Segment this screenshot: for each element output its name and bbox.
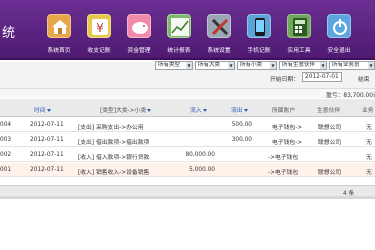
row-account: 电子钱包-> <box>272 140 303 146</box>
select-value: 所有小类 <box>240 62 263 68</box>
row-partner: 联想公司 <box>318 170 342 176</box>
nav-home-button[interactable]: 系统首页 <box>40 14 78 58</box>
sort-desc-icon <box>46 109 51 112</box>
subcategory-select[interactable]: 所有小类 ▼ <box>237 61 277 70</box>
sort-icon <box>147 109 152 112</box>
calculator-icon <box>287 14 311 38</box>
nav-label: 系统设置 <box>207 48 231 54</box>
row-account: 电子钱包-> <box>272 125 303 131</box>
sort-icon <box>202 109 207 112</box>
nav-label: 收支记账 <box>87 48 111 54</box>
chevron-down-icon: ▼ <box>186 62 192 69</box>
col-staff-header[interactable]: 业务 <box>362 105 374 114</box>
row-account: ->电子钱包 <box>268 170 299 176</box>
svg-text:¥: ¥ <box>96 21 104 35</box>
col-category-header[interactable]: [类型]大类->小类 <box>100 105 152 114</box>
row-time: 2012-07-11 <box>30 167 64 173</box>
horizontal-scrollbar[interactable] <box>0 196 375 199</box>
nav-bookkeeping-button[interactable]: ¥ 收支记账 <box>80 14 118 58</box>
row-category: [支出] 借出款项->借出款项 <box>78 140 150 146</box>
nav-logout-button[interactable]: 安全退出 <box>320 14 358 58</box>
staff-select[interactable]: 所有业务员 ▼ <box>329 61 375 70</box>
power-icon <box>327 14 351 38</box>
nav-label: 实用工具 <box>287 48 311 54</box>
chevron-down-icon: ▼ <box>270 62 276 69</box>
nav-funds-button[interactable]: 资金管理 <box>120 14 158 58</box>
profit-loss-text: 盈亏：83,700.00元 <box>326 93 375 99</box>
home-icon <box>47 14 71 38</box>
table-row[interactable]: 003 2012-07-11 [支出] 借出款项->借出款项 300.00 电子… <box>0 133 375 147</box>
nav-label: 系统首页 <box>47 48 71 54</box>
row-time: 2012-07-11 <box>30 152 64 158</box>
type-select[interactable]: 所有类型 ▼ <box>155 61 193 70</box>
col-time-header[interactable]: 时间 <box>34 105 51 114</box>
row-staff: 无 <box>366 170 372 176</box>
row-partner: 联想公司 <box>318 140 342 146</box>
col-expense-header[interactable]: 流出 <box>231 105 248 114</box>
col-partner-header[interactable]: 生意伙伴 <box>317 105 340 114</box>
row-category: [支出] 采购支出->办公用 <box>78 125 144 131</box>
piggy-bank-icon <box>127 14 151 38</box>
nav-tools-button[interactable]: 实用工具 <box>280 14 318 58</box>
row-id: 003 <box>0 137 12 143</box>
nav-label: 手机记账 <box>247 48 271 54</box>
table-row[interactable]: 004 2012-07-11 [支出] 采购支出->办公用 500.00 电子钱… <box>0 118 375 132</box>
phone-icon <box>247 14 271 38</box>
chevron-down-icon: ▼ <box>320 62 326 69</box>
start-date-label: 开始日期： <box>270 77 299 83</box>
select-value: 所有类型 <box>158 62 181 68</box>
category-select[interactable]: 所有大类 ▼ <box>195 61 235 70</box>
tools-icon <box>207 14 231 38</box>
row-time: 2012-07-11 <box>30 137 64 143</box>
row-staff: 无 <box>366 125 372 131</box>
nav-label: 统计报表 <box>167 48 191 54</box>
balance-row: 盈亏：83,700.00元 <box>0 88 375 99</box>
col-income-header[interactable]: 流入 <box>190 105 207 114</box>
nav-label: 资金管理 <box>127 48 151 54</box>
table-row[interactable]: 001 2012-07-11 [收入] 销售收入->设备销售 5,000.00 … <box>0 163 375 177</box>
col-account-header[interactable]: 所属账户 <box>272 105 295 114</box>
row-expense: 300.00 <box>231 137 252 143</box>
row-income: 80,000.00 <box>185 152 215 158</box>
select-value: 所有生意伙伴 <box>282 62 316 68</box>
nav-reports-button[interactable]: 统计报表 <box>160 14 198 58</box>
nav-label: 安全退出 <box>327 48 351 54</box>
sort-icon <box>243 109 248 112</box>
row-id: 004 <box>0 122 12 128</box>
start-date-input[interactable]: 2012-07-01 <box>302 72 342 82</box>
row-id: 002 <box>0 152 12 158</box>
app-title: 统 <box>2 26 16 41</box>
chevron-down-icon: ▼ <box>368 62 374 69</box>
end-date-label: 结束 <box>358 77 370 83</box>
table-row[interactable]: 002 2012-07-11 [收入] 借入款项->银行贷款 80,000.00… <box>0 148 375 162</box>
partner-select[interactable]: 所有生意伙伴 ▼ <box>279 61 327 70</box>
row-staff: 无 <box>366 140 372 146</box>
yen-icon: ¥ <box>87 14 111 38</box>
row-account: ->电子钱包 <box>268 155 299 161</box>
table-footer: 4 条 <box>0 185 375 197</box>
chevron-down-icon: ▼ <box>228 62 234 69</box>
row-category: [收入] 销售收入->设备销售 <box>78 170 150 176</box>
row-partner: 联想公司 <box>318 125 342 131</box>
row-id: 001 <box>0 167 12 173</box>
nav-mobile-button[interactable]: 手机记账 <box>240 14 278 58</box>
select-value: 所有业务员 <box>332 62 360 68</box>
row-category: [收入] 借入款项->银行贷款 <box>78 155 150 161</box>
row-expense: 500.00 <box>231 122 252 128</box>
chart-icon <box>167 14 191 38</box>
row-staff: 无 <box>366 155 372 161</box>
row-income: 5,000.00 <box>189 167 215 173</box>
table-header: 时间 [类型]大类->小类 流入 流出 所属账户 生意伙伴 业务 <box>0 99 375 117</box>
nav-settings-button[interactable]: 系统设置 <box>200 14 238 58</box>
app-header: 统 系统首页 ¥ 收支记账 资金管理 统计报表 系统设置 手机记账 实用工具 安… <box>0 0 375 60</box>
row-time: 2012-07-11 <box>30 122 64 128</box>
select-value: 所有大类 <box>198 62 221 68</box>
